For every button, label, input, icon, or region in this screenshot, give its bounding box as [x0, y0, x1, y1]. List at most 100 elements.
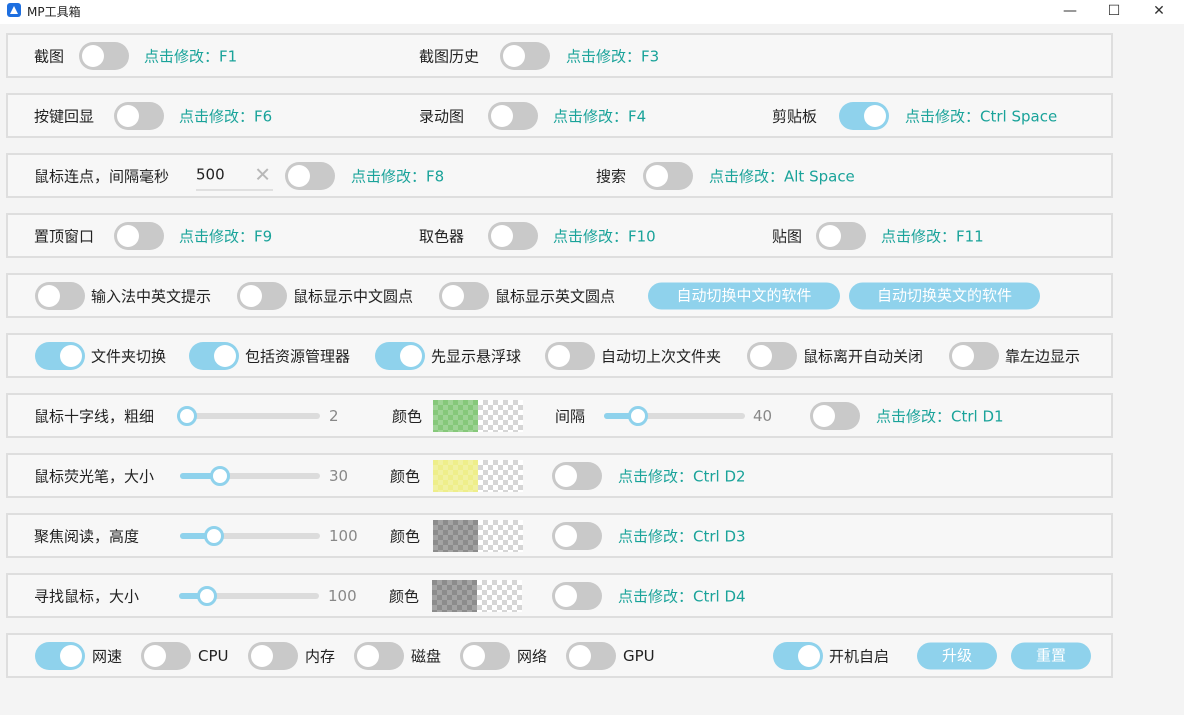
- memory-toggle[interactable]: [248, 641, 298, 670]
- crosshair-color-label: 颜色: [392, 407, 423, 425]
- maximize-button[interactable]: ☐: [1091, 0, 1137, 24]
- interval-input[interactable]: [196, 161, 252, 187]
- crosshair-color-swatch[interactable]: [433, 399, 523, 432]
- include-explorer-toggle[interactable]: [189, 341, 239, 370]
- network-toggle[interactable]: [460, 641, 510, 670]
- reset-button[interactable]: 重置: [1011, 642, 1091, 669]
- row-ime: 输入法中英文提示 鼠标显示中文圆点 鼠标显示英文圆点 自动切换中文的软件 自动切…: [6, 273, 1113, 318]
- row-screenshot: 截图 点击修改：F1 截图历史 点击修改：F3: [6, 33, 1113, 78]
- highlighter-value: 30: [329, 466, 349, 485]
- memory-label: 内存: [305, 647, 336, 665]
- folder-switch-toggle[interactable]: [35, 341, 85, 370]
- auto-close-label: 鼠标离开自动关闭: [803, 347, 924, 365]
- focus-read-hotkey[interactable]: 点击修改：Ctrl D3: [618, 525, 746, 546]
- row-find-mouse: 寻找鼠标，大小 100 颜色 点击修改：Ctrl D4: [6, 573, 1113, 618]
- slider-handle[interactable]: [210, 465, 230, 486]
- disk-label: 磁盘: [411, 647, 442, 665]
- auto-last-folder-toggle[interactable]: [545, 341, 595, 370]
- find-mouse-color-swatch[interactable]: [432, 579, 522, 612]
- net-speed-label: 网速: [92, 647, 123, 665]
- minimize-button[interactable]: —: [1047, 0, 1093, 24]
- auto-en-apps-button[interactable]: 自动切换英文的软件: [849, 282, 1040, 309]
- crosshair-hotkey[interactable]: 点击修改：Ctrl D1: [876, 405, 1004, 426]
- disk-toggle[interactable]: [354, 641, 404, 670]
- highlighter-color-label: 颜色: [390, 467, 421, 485]
- slider-handle[interactable]: [177, 405, 197, 426]
- mouse-click-hotkey[interactable]: 点击修改：F8: [351, 165, 444, 186]
- pin-image-toggle[interactable]: [816, 221, 866, 250]
- crosshair-value: 2: [329, 406, 339, 425]
- pin-image-label: 贴图: [772, 227, 803, 245]
- float-ball-toggle[interactable]: [375, 341, 425, 370]
- focus-read-value: 100: [329, 526, 358, 545]
- close-button[interactable]: ✕: [1136, 0, 1182, 24]
- clipboard-label: 剪贴板: [772, 107, 818, 125]
- slider-handle[interactable]: [197, 585, 217, 606]
- search-toggle[interactable]: [643, 161, 693, 190]
- highlighter-hotkey[interactable]: 点击修改：Ctrl D2: [618, 465, 746, 486]
- auto-cn-apps-button[interactable]: 自动切换中文的软件: [648, 282, 840, 309]
- swatch-transparent: [478, 399, 523, 432]
- pin-window-toggle[interactable]: [114, 221, 164, 250]
- history-toggle[interactable]: [500, 41, 550, 70]
- clipboard-toggle[interactable]: [839, 101, 889, 130]
- pin-image-hotkey[interactable]: 点击修改：F11: [881, 225, 984, 246]
- ime-hint-toggle[interactable]: [35, 281, 85, 310]
- screenshot-toggle[interactable]: [79, 41, 129, 70]
- crosshair-label: 鼠标十字线，粗细: [34, 407, 155, 425]
- key-echo-hotkey[interactable]: 点击修改：F6: [179, 105, 272, 126]
- gap-slider[interactable]: [604, 405, 745, 426]
- cpu-label: CPU: [198, 646, 229, 665]
- key-echo-toggle[interactable]: [114, 101, 164, 130]
- swatch-color: [433, 459, 478, 492]
- include-explorer-label: 包括资源管理器: [245, 347, 351, 365]
- gpu-label: GPU: [623, 646, 655, 665]
- pin-window-label: 置顶窗口: [34, 227, 95, 245]
- slider-handle[interactable]: [204, 525, 224, 546]
- autostart-label: 开机自启: [829, 647, 890, 665]
- clear-icon[interactable]: ✕: [254, 162, 271, 186]
- autostart-toggle[interactable]: [773, 641, 823, 670]
- color-picker-toggle[interactable]: [488, 221, 538, 250]
- record-gif-hotkey[interactable]: 点击修改：F4: [553, 105, 646, 126]
- crosshair-slider[interactable]: [177, 405, 320, 426]
- focus-read-color-swatch[interactable]: [433, 519, 523, 552]
- mouse-click-toggle[interactable]: [285, 161, 335, 190]
- crosshair-toggle[interactable]: [810, 401, 860, 430]
- record-gif-toggle[interactable]: [488, 101, 538, 130]
- slider-track: [177, 412, 320, 419]
- find-mouse-hotkey[interactable]: 点击修改：Ctrl D4: [618, 585, 746, 606]
- cpu-toggle[interactable]: [141, 641, 191, 670]
- dot-cn-toggle[interactable]: [237, 281, 287, 310]
- clipboard-hotkey[interactable]: 点击修改：Ctrl Space: [905, 105, 1057, 126]
- upgrade-button[interactable]: 升级: [917, 642, 997, 669]
- slider-handle[interactable]: [628, 405, 649, 426]
- float-ball-label: 先显示悬浮球: [431, 347, 522, 365]
- history-hotkey[interactable]: 点击修改：F3: [566, 45, 659, 66]
- screenshot-hotkey[interactable]: 点击修改：F1: [144, 45, 237, 66]
- swatch-color: [432, 579, 477, 612]
- color-picker-label: 取色器: [419, 227, 465, 245]
- key-echo-label: 按键回显: [34, 107, 95, 125]
- find-mouse-toggle[interactable]: [552, 581, 602, 610]
- focus-read-toggle[interactable]: [552, 521, 602, 550]
- title-bar: MP工具箱 — ☐ ✕: [0, 0, 1184, 24]
- interval-field[interactable]: ✕: [196, 161, 273, 190]
- auto-close-toggle[interactable]: [747, 341, 797, 370]
- color-picker-hotkey[interactable]: 点击修改：F10: [553, 225, 656, 246]
- focus-read-slider[interactable]: [180, 525, 320, 546]
- row-highlighter: 鼠标荧光笔，大小 30 颜色 点击修改：Ctrl D2: [6, 453, 1113, 498]
- find-mouse-slider[interactable]: [179, 585, 319, 606]
- pin-window-hotkey[interactable]: 点击修改：F9: [179, 225, 272, 246]
- dot-en-toggle[interactable]: [439, 281, 489, 310]
- highlighter-slider[interactable]: [180, 465, 320, 486]
- dock-left-toggle[interactable]: [949, 341, 999, 370]
- net-speed-toggle[interactable]: [35, 641, 85, 670]
- find-mouse-label: 寻找鼠标，大小: [34, 587, 140, 605]
- highlighter-toggle[interactable]: [552, 461, 602, 490]
- search-hotkey[interactable]: 点击修改：Alt Space: [709, 165, 855, 186]
- swatch-color: [433, 519, 478, 552]
- screenshot-label: 截图: [34, 47, 65, 65]
- gpu-toggle[interactable]: [566, 641, 616, 670]
- highlighter-color-swatch[interactable]: [433, 459, 523, 492]
